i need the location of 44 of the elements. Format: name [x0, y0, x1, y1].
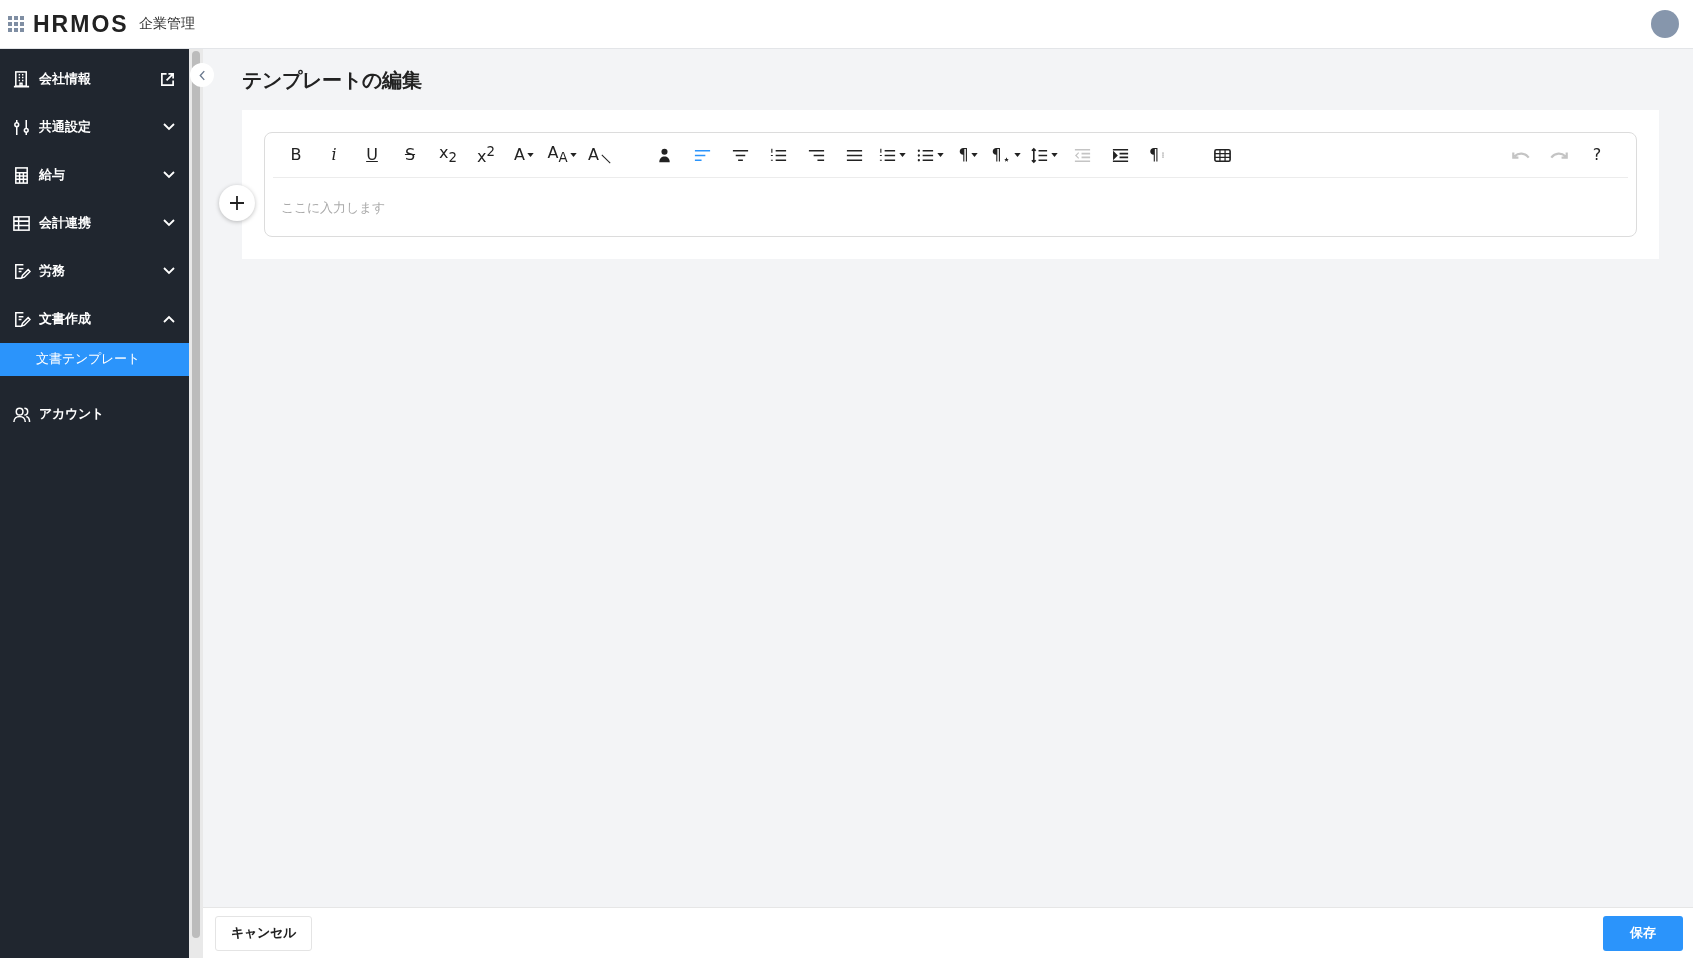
collapse-sidebar-button[interactable]	[190, 63, 214, 87]
redo-icon	[1550, 151, 1568, 159]
sidebar-item[interactable]: アカウント	[0, 390, 189, 438]
sidebar-item[interactable]: 会計連携	[0, 199, 189, 247]
strikethrough-button[interactable]: S	[391, 138, 429, 172]
superscript-button[interactable]: x$^{2}$	[467, 138, 505, 172]
help-button[interactable]: ?	[1578, 138, 1616, 172]
sidebar-item[interactable]: 労務	[0, 247, 189, 295]
table-icon	[12, 213, 31, 233]
slash-icon	[599, 153, 612, 165]
sidebar-item[interactable]: 会社情報	[0, 55, 189, 103]
clear-format-button[interactable]: A	[581, 138, 619, 172]
editor-field[interactable]: ここに入力します	[265, 178, 1636, 236]
building-icon	[12, 69, 31, 89]
logo: HRMOS	[33, 10, 129, 38]
sidebar-item[interactable]: 給与	[0, 151, 189, 199]
external-link-icon	[160, 71, 175, 87]
italic-button[interactable]: i	[315, 138, 353, 172]
plus-icon	[229, 195, 245, 211]
document-pen-icon	[12, 309, 31, 329]
scrollbar[interactable]	[189, 49, 203, 958]
underline-button[interactable]: U	[353, 138, 391, 172]
font-size-button[interactable]: A$_{A}$	[543, 138, 581, 172]
bold-button[interactable]: B	[277, 138, 315, 172]
product-name: 企業管理	[138, 15, 195, 33]
font-color-button[interactable]: A	[505, 138, 543, 172]
undo-icon	[1512, 151, 1530, 159]
subscript-button[interactable]: x$_{2}$	[429, 138, 467, 172]
cancel-button[interactable]: キャンセル	[215, 915, 312, 951]
document-pen-icon	[12, 261, 31, 281]
apps-grid-icon[interactable]	[8, 16, 24, 32]
chevron-left-icon	[198, 69, 206, 81]
page-title: テンプレートの編集	[242, 67, 423, 94]
sliders-icon	[12, 117, 31, 137]
sidebar-item[interactable]: 共通設定	[0, 103, 189, 151]
line-height-icon	[1030, 145, 1049, 165]
avatar[interactable]	[1651, 10, 1679, 38]
paragraph-marks-button[interactable]: ¶	[1139, 138, 1177, 172]
add-block-button[interactable]	[219, 185, 255, 221]
sidebar-item[interactable]: 文書作成	[0, 295, 189, 343]
paragraph-style-button[interactable]: ¶	[987, 138, 1025, 172]
calculator-icon	[12, 165, 31, 185]
paragraph-format-button[interactable]: ¶	[949, 138, 987, 172]
rich-text-editor[interactable]: B i U S x$_{2}$ x$^{2}$ A A$_{A}$ A ¶ ¶ ¶ ? ここに入力します	[264, 132, 1637, 237]
